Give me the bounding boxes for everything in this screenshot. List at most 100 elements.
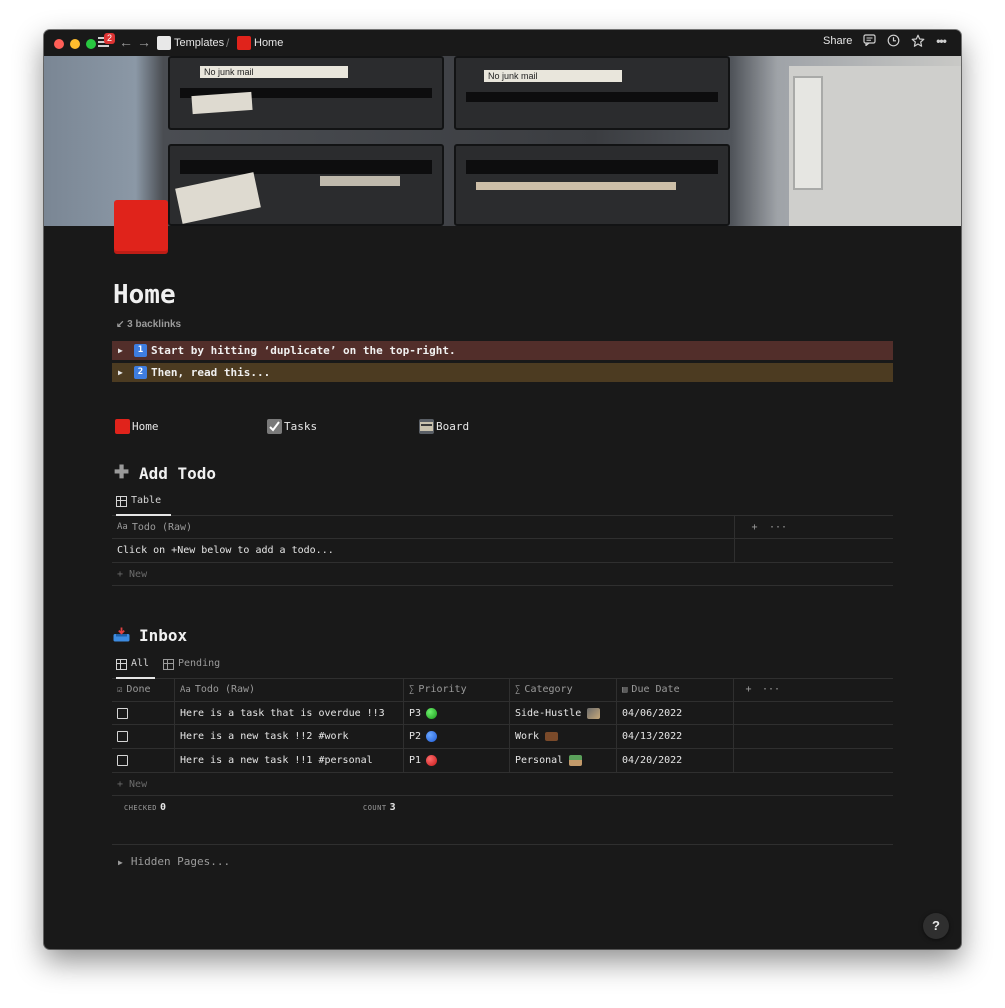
category-value: Side-Hustle <box>515 707 582 719</box>
table-icon <box>116 659 127 670</box>
toggle-callout-read[interactable]: ▶ 2 Then, read this... <box>112 363 893 382</box>
todo-cell[interactable]: Here is a task that is overdue !!3 <box>174 702 403 724</box>
category-cell[interactable]: Personal <box>509 749 616 772</box>
column-header-todo[interactable]: Aa Todo (Raw) <box>174 678 403 701</box>
breadcrumb-separator: / <box>226 36 230 50</box>
back-arrow-icon[interactable]: ← <box>119 34 133 50</box>
mailbox-illustration <box>454 144 730 226</box>
forward-arrow-icon[interactable]: → <box>137 34 151 50</box>
column-header-done[interactable]: ☑ Done <box>112 678 174 701</box>
due-date-cell[interactable]: 04/13/2022 <box>616 725 733 748</box>
table-row[interactable]: Here is a new task !!1 #personal P1 Pers… <box>112 749 893 773</box>
breadcrumb-home[interactable]: Home <box>254 37 283 49</box>
priority-cell[interactable]: P2 <box>403 725 509 748</box>
column-options-button[interactable]: ··· <box>757 678 797 701</box>
home-page-icon <box>115 419 130 434</box>
tab-all[interactable]: All <box>116 654 155 679</box>
column-label: Due Date <box>631 684 680 695</box>
date-property-icon: ▤ <box>622 684 628 695</box>
page-title[interactable]: Home <box>113 280 176 310</box>
priority-cell[interactable]: P1 <box>403 749 509 772</box>
templates-page-icon <box>157 36 171 50</box>
todo-cell[interactable]: Here is a new task !!1 #personal <box>174 749 403 772</box>
column-label: Priority <box>418 684 467 695</box>
new-row-label: + New <box>117 778 148 790</box>
link-label: Board <box>436 420 470 433</box>
toggle-triangle-icon[interactable]: ▶ <box>118 341 123 360</box>
mailbox-illustration: No junk mail <box>454 56 730 130</box>
callout-text: Start by hitting ‘duplicate’ on the top-… <box>151 344 456 357</box>
title-bar: 2 ← → Templates / Home Share ••• <box>44 30 961 56</box>
table-row[interactable]: Click on +New below to add a todo... <box>112 539 893 563</box>
column-label: Done <box>126 684 151 695</box>
tab-label: Pending <box>178 658 221 669</box>
due-date-cell[interactable]: 04/20/2022 <box>616 749 733 772</box>
page-icon[interactable] <box>114 200 168 254</box>
done-checkbox[interactable] <box>117 707 128 719</box>
link-board[interactable]: Board <box>419 419 469 434</box>
mailbox-label: No junk mail <box>200 66 348 78</box>
mailbox-label: No junk mail <box>484 70 622 82</box>
table-row[interactable]: Here is a task that is overdue !!3 P3 Si… <box>112 702 893 725</box>
new-row-button[interactable]: + New <box>112 563 893 586</box>
text-property-icon: Aa <box>180 684 191 695</box>
column-header-category[interactable]: ∑ Category <box>509 678 616 701</box>
link-tasks[interactable]: Tasks <box>267 419 317 434</box>
done-cell[interactable] <box>112 702 174 724</box>
maximize-window-button[interactable] <box>86 39 96 49</box>
toggle-hidden-pages[interactable]: ▶ Hidden Pages... <box>118 855 230 868</box>
close-window-button[interactable] <box>54 39 64 49</box>
minimize-window-button[interactable] <box>70 39 80 49</box>
backlinks-label: 3 backlinks <box>127 319 182 330</box>
column-header-priority[interactable]: ∑ Priority <box>403 678 509 701</box>
category-cell[interactable]: Side-Hustle <box>509 702 616 724</box>
calculation-checked[interactable]: CHECKED 0 <box>124 802 167 813</box>
notification-badge: 2 <box>104 33 116 44</box>
link-home[interactable]: Home <box>115 419 159 434</box>
hint-cell[interactable]: Click on +New below to add a todo... <box>112 539 734 562</box>
column-options-button[interactable]: ··· <box>764 516 804 538</box>
star-icon[interactable] <box>911 34 925 48</box>
house-wall <box>789 66 961 226</box>
calculation-count[interactable]: COUNT 3 <box>363 802 396 813</box>
toggle-triangle-icon[interactable]: ▶ <box>118 363 123 382</box>
inbox-heading[interactable]: Inbox <box>139 626 187 645</box>
done-cell[interactable] <box>112 749 174 772</box>
add-todo-heading[interactable]: Add Todo <box>139 464 216 483</box>
empty-cell <box>734 539 893 562</box>
backlinks[interactable]: ↙ 3 backlinks <box>116 319 181 330</box>
category-value: Work <box>515 731 540 742</box>
tasks-page-icon <box>267 419 282 434</box>
done-checkbox[interactable] <box>117 731 128 742</box>
todo-cell[interactable]: Here is a new task !!2 #work <box>174 725 403 748</box>
app-window: 2 ← → Templates / Home Share ••• No junk… <box>44 30 961 949</box>
help-button[interactable]: ? <box>923 913 949 939</box>
comment-icon[interactable] <box>862 34 876 48</box>
toggle-callout-duplicate[interactable]: ▶ 1 Start by hitting ‘duplicate’ on the … <box>112 341 893 360</box>
house-icon <box>569 755 583 766</box>
priority-cell[interactable]: P3 <box>403 702 509 724</box>
calc-label: CHECKED <box>124 804 158 812</box>
table-row[interactable]: Here is a new task !!2 #work P2 Work 04/… <box>112 725 893 749</box>
tab-pending[interactable]: Pending <box>163 654 233 677</box>
column-header-todo[interactable]: Aa Todo (Raw) <box>112 516 734 538</box>
table-header-row: ☑ Done Aa Todo (Raw) ∑ Priority ∑ Catego… <box>112 678 893 702</box>
calc-value: 0 <box>160 802 167 813</box>
briefcase-icon <box>545 732 559 741</box>
due-date-cell[interactable]: 04/06/2022 <box>616 702 733 724</box>
new-row-button[interactable]: + New <box>112 773 893 796</box>
tab-table[interactable]: Table <box>116 491 171 516</box>
add-todo-view-tabs: Table <box>112 491 893 516</box>
done-checkbox[interactable] <box>117 755 128 766</box>
toggle-triangle-icon[interactable]: ▶ <box>118 858 123 867</box>
more-icon[interactable]: ••• <box>934 34 948 48</box>
cover-image[interactable]: No junk mail No junk mail <box>44 56 961 226</box>
share-button[interactable]: Share <box>823 35 852 47</box>
category-cell[interactable]: Work <box>509 725 616 748</box>
column-header-due-date[interactable]: ▤ Due Date <box>616 678 733 701</box>
breadcrumb-templates[interactable]: Templates <box>174 37 224 49</box>
empty-cell <box>733 749 893 772</box>
plus-icon: ✚ <box>114 462 130 482</box>
done-cell[interactable] <box>112 725 174 748</box>
clock-icon[interactable] <box>886 34 900 48</box>
